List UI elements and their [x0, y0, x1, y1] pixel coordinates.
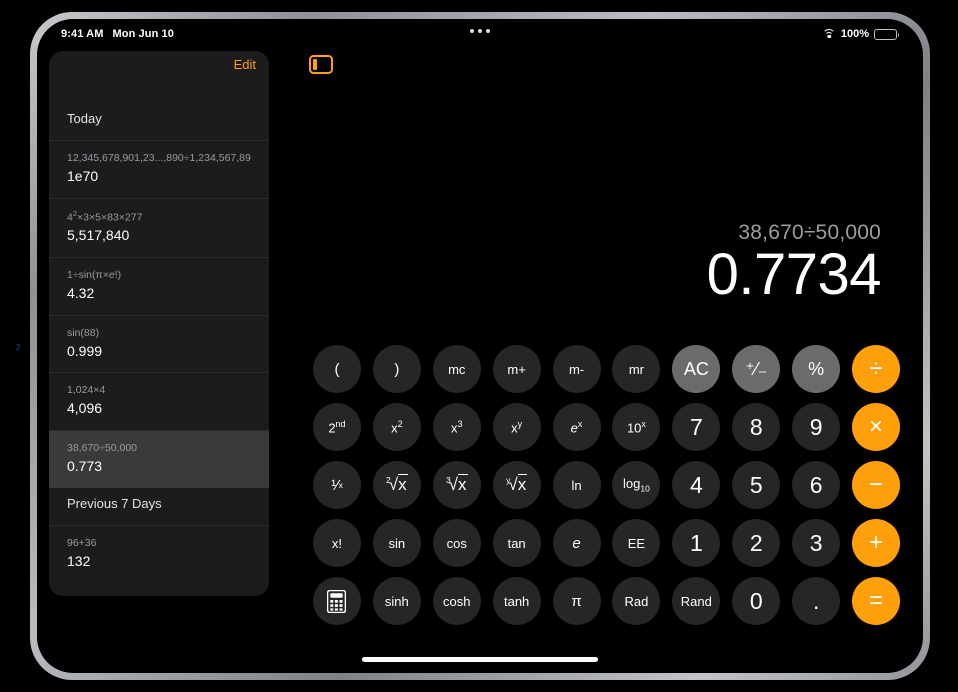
ipad-screen: 9:41 AM Mon Jun 10 100% Edit Today 12,34… — [37, 19, 923, 673]
history-item[interactable]: 1,024×4 4,096 — [49, 372, 269, 430]
key-tanh[interactable]: tanh — [492, 577, 541, 625]
history-result: 132 — [67, 552, 91, 569]
key-m-minus[interactable]: m- — [552, 345, 601, 393]
sidebar-toggle-icon[interactable] — [309, 55, 333, 74]
key-all-clear[interactable]: AC — [672, 345, 721, 393]
calculator-display: 38,670÷50,000 0.7734 — [241, 221, 882, 308]
key-x-squared[interactable]: x2 — [372, 403, 421, 451]
key-natural-log[interactable]: ln — [552, 461, 601, 509]
history-result: 0.999 — [67, 342, 103, 359]
key-3[interactable]: 3 — [792, 519, 841, 567]
key-rad[interactable]: Rad — [612, 577, 661, 625]
key-reciprocal[interactable]: ¹⁄ x — [312, 461, 361, 509]
key-divide[interactable]: ÷ — [852, 345, 901, 393]
key-1[interactable]: 1 — [672, 519, 721, 567]
key-factorial[interactable]: x! — [312, 519, 361, 567]
key-tan[interactable]: tan — [492, 519, 541, 567]
history-sidebar: Edit Today 12,345,678,901,23...,890÷1,234… — [49, 51, 269, 596]
key-rand[interactable]: Rand — [672, 577, 721, 625]
key-nth-root[interactable]: y √x — [492, 461, 541, 509]
history-item[interactable]: sin(88) 0.999 — [49, 314, 269, 373]
key-mc[interactable]: mc — [432, 345, 481, 393]
status-bar-right: 100% — [822, 28, 900, 40]
calculator-keypad: () mc m+ m-mr AC ⁺⁄₋% ÷ 2nd x2 x3 xy ex 10x 7 8 9 × ¹⁄ x 2 √… — [312, 345, 901, 625]
key-pi[interactable]: π — [552, 577, 601, 625]
key-equals[interactable]: = — [852, 577, 901, 625]
home-indicator[interactable] — [362, 657, 598, 662]
key-8[interactable]: 8 — [732, 403, 781, 451]
stray-marker: 2 — [16, 343, 21, 352]
history-result: 5,517,840 — [67, 227, 130, 244]
key-open-paren[interactable]: ( — [312, 345, 361, 393]
key-square-root[interactable]: 2 √x — [372, 461, 421, 509]
key-e-to-x[interactable]: ex — [552, 403, 601, 451]
key-sinh[interactable]: sinh — [372, 577, 421, 625]
key-close-paren[interactable]: ) — [372, 345, 421, 393]
key-m-plus[interactable]: m+ — [492, 345, 541, 393]
key-4[interactable]: 4 — [672, 461, 721, 509]
key-mr[interactable]: mr — [612, 345, 661, 393]
key-2[interactable]: 2 — [732, 519, 781, 567]
key-multiply[interactable]: × — [852, 403, 901, 451]
key-5[interactable]: 5 — [732, 461, 781, 509]
history-item[interactable]: 12,345,678,901,23...,890÷1,234,567,890 1e… — [49, 140, 269, 198]
history-result: 4.32 — [67, 285, 95, 302]
screenshot-root: 2 9:41 AM Mon Jun 10 100% Edit Today 12,… — [0, 0, 958, 692]
key-cube-root[interactable]: 3 √x — [432, 461, 481, 509]
history-expression: sin(88) — [67, 326, 100, 339]
ipad-device-frame: 9:41 AM Mon Jun 10 100% Edit Today 12,34… — [30, 12, 930, 680]
key-add[interactable]: + — [852, 519, 901, 567]
status-bar-left: 9:41 AM Mon Jun 10 — [61, 28, 174, 40]
key-log-base-10[interactable]: log10 — [612, 461, 661, 509]
history-item[interactable]: 38,670÷50,000 0.773 — [49, 429, 269, 488]
history-item[interactable]: 96+36 132 — [49, 524, 269, 583]
key-cosh[interactable]: cosh — [432, 577, 481, 625]
more-dots-icon[interactable] — [470, 29, 490, 33]
key-x-cubed[interactable]: x3 — [432, 403, 481, 451]
status-time: 9:41 AM — [61, 28, 104, 40]
history-section-header: Today — [67, 111, 102, 126]
history-item[interactable]: 1÷sin(π×e!) 4.32 — [49, 256, 269, 315]
history-result: 0.773 — [67, 458, 103, 475]
history-result: 4,096 — [67, 400, 103, 417]
key-subtract[interactable]: − — [852, 461, 901, 509]
key-decimal[interactable]: . — [792, 577, 841, 625]
battery-percentage: 100% — [840, 28, 869, 40]
history-expression: 96+36 — [67, 536, 97, 549]
key-second[interactable]: 2nd — [312, 403, 361, 451]
key-sin[interactable]: sin — [372, 519, 421, 567]
key-ee[interactable]: EE — [612, 519, 661, 567]
key-cos[interactable]: cos — [432, 519, 481, 567]
history-expression: 1÷sin(π×e!) — [67, 268, 122, 281]
key-percent[interactable]: % — [792, 345, 841, 393]
history-result: 1e70 — [67, 168, 99, 185]
edit-button[interactable]: Edit — [234, 57, 256, 72]
history-expression: 38,670÷50,000 — [67, 441, 137, 454]
key-0[interactable]: 0 — [732, 577, 781, 625]
key-9[interactable]: 9 — [792, 403, 841, 451]
sidebar-header: Edit — [49, 51, 269, 103]
history-item[interactable]: 42×3×5×83×277 5,517,840 — [49, 197, 269, 257]
key-7[interactable]: 7 — [672, 403, 721, 451]
key-x-to-y[interactable]: xy — [492, 403, 541, 451]
history-expression: 12,345,678,901,23...,890÷1,234,567,890 — [67, 152, 251, 164]
status-bar: 9:41 AM Mon Jun 10 100% — [37, 19, 923, 49]
history-section-header: Previous 7 Days — [67, 495, 162, 511]
calculator-app: Edit Today 12,345,678,901,23...,890÷1,234… — [37, 19, 923, 673]
history-expression: 42×3×5×83×277 — [67, 208, 143, 224]
key-6[interactable]: 6 — [792, 461, 841, 509]
status-date: Mon Jun 10 — [112, 28, 174, 40]
battery-icon — [874, 28, 900, 40]
key-calculator-mode[interactable] — [312, 577, 361, 625]
wifi-icon — [822, 29, 836, 39]
key-euler[interactable]: e — [552, 519, 601, 567]
key-ten-to-x[interactable]: 10x — [612, 403, 661, 451]
key-plus-minus[interactable]: ⁺⁄₋ — [732, 345, 781, 393]
calculator-icon — [327, 589, 347, 613]
display-result: 0.7734 — [706, 242, 882, 307]
history-expression: 1,024×4 — [67, 384, 106, 397]
calculator-pane: 38,670÷50,000 0.7734 () mc m+ m-mr AC ⁺⁄₋% ÷ 2n… — [287, 49, 923, 673]
history-list[interactable]: Today 12,345,678,901,23...,890÷1,234,567,… — [49, 103, 269, 596]
